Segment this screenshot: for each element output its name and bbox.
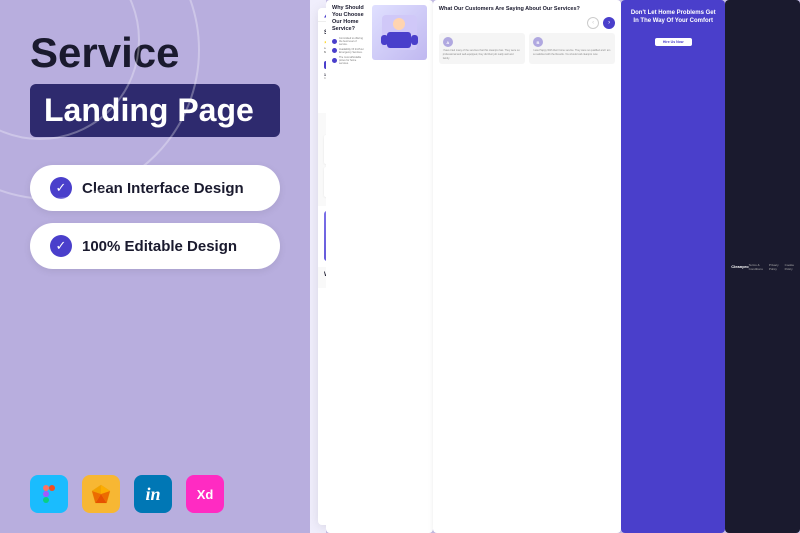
cta-banner-title: Don't Let Home Problems Get In The Way O…	[629, 10, 717, 26]
testimonial-card-1: A I have tried many of the services that…	[439, 33, 525, 64]
landing-page-label: Landing Page	[30, 84, 280, 137]
hero-desc: Lorem ipsum dolor sit amet consectetur a…	[324, 47, 326, 54]
webpage-nav: Cleanpro Services About Us FAQ Testimoni…	[318, 8, 326, 22]
footer-link-cookie[interactable]: Cookie Policy	[785, 263, 794, 271]
footer-logo: Cleanpro	[731, 264, 748, 269]
hero-text-content: Save Time And Cost With Our Affordable H…	[324, 30, 326, 105]
webpage-hero: Save Time And Cost With Our Affordable H…	[318, 22, 326, 113]
feature-text-clean: Clean Interface Design	[82, 180, 244, 197]
left-top-content: Service Landing Page ✓ Clean Interface D…	[30, 30, 280, 281]
why-check-dot-1	[332, 39, 337, 44]
testimonial-text-1: I have tried many of the services that t…	[443, 49, 521, 60]
testimonials-cards: A I have tried many of the services that…	[439, 33, 615, 64]
testimonial-prev-button[interactable]: ‹	[587, 17, 599, 29]
testimonial-avatar-2: B	[533, 37, 543, 47]
testimonial-avatar-1: A	[443, 37, 453, 47]
reliable-row: Reliable And Professional Home Service W…	[324, 211, 326, 261]
why-check-3: The most affordable prices for home serv…	[332, 56, 366, 65]
services-subtitle: At Your Door We Provide A Comfortable Se…	[324, 127, 326, 130]
testimonials-section: What Our Customers Are Saying About Our …	[433, 0, 621, 533]
testimonials-title: What Our Customers Are Saying About Our …	[439, 6, 615, 13]
check-icon-1: ✓	[50, 177, 72, 199]
feature-badge-clean: ✓ Clean Interface Design	[30, 165, 280, 211]
service-card-ac-repair: AC Repair AC Does Offer AC Repairing, Or…	[324, 135, 326, 164]
services-section: The Services We Offer Especially For You…	[318, 113, 326, 206]
webpage-preview-main: Cleanpro Services About Us FAQ Testimoni…	[318, 8, 326, 525]
why-title-main: Why Should You Choose Our Home Service?	[324, 272, 326, 280]
webpage-footer: Cleanpro Terms & Conditions Privacy Poli…	[725, 0, 800, 533]
why-section-with-image: Why Should You Choose Our Home Service? …	[326, 0, 433, 533]
webpage-logo: Cleanpro	[324, 12, 326, 18]
testimonial-text-2: I was Happy With their home service. The…	[533, 49, 611, 57]
why-check-dot-2	[332, 48, 337, 53]
linkedin-icon: in	[134, 475, 172, 513]
tool-icons-row: in Xd	[30, 475, 280, 513]
footer-links: Terms & Conditions Privacy Policy Cookie…	[749, 263, 794, 271]
feature-badge-editable: ✓ 100% Editable Design	[30, 223, 280, 269]
why-check-2: Availability Of 24-Hour Emergency Servic…	[332, 48, 366, 54]
service-card-elec2: Electrical Installation AC Does Offer AC…	[324, 167, 326, 196]
feature-text-editable: 100% Editable Design	[82, 238, 237, 255]
logo-triangle	[324, 12, 326, 18]
right-panel: Cleanpro Services About Us FAQ Testimoni…	[310, 0, 326, 533]
testimonial-next-button[interactable]: ›	[603, 17, 615, 29]
why-section-main: Why Should You Choose Our Home Service?	[318, 267, 326, 289]
sketch-icon	[82, 475, 120, 513]
services-cards-bottom: Electrical Installation AC Does Offer AC…	[324, 167, 326, 196]
hero-cta-button[interactable]: Our Service	[324, 61, 326, 69]
hero-title: Save Time And Cost With Our Affordable H…	[324, 30, 326, 38]
footer-link-privacy[interactable]: Privacy Policy	[769, 263, 779, 271]
check-icon-2: ✓	[50, 235, 72, 257]
left-panel: Service Landing Page ✓ Clean Interface D…	[0, 0, 310, 533]
why-image-title: Why Should You Choose Our Home Service?	[332, 5, 366, 34]
why-check-dot-3	[332, 58, 337, 63]
why-check-1: Committed to offering the best level of …	[332, 37, 366, 46]
services-title: The Services We Offer Especially For You	[324, 119, 326, 125]
why-image	[372, 5, 427, 60]
why-col-text: Why Should You Choose Our Home Service? …	[332, 5, 366, 65]
cta-banner: Don't Let Home Problems Get In The Way O…	[621, 0, 725, 533]
xd-icon: Xd	[186, 475, 224, 513]
testimonials-nav: ‹ ›	[439, 17, 615, 29]
reliable-image	[324, 211, 326, 261]
hero-stats: 130K+ Customers 50K+ Projects 100+ Worke…	[324, 73, 326, 80]
stat-customers: 130K+ Customers	[324, 73, 326, 80]
why-image-row: Why Should You Choose Our Home Service? …	[332, 5, 427, 65]
footer-link-terms[interactable]: Terms & Conditions	[749, 263, 763, 271]
figma-icon	[30, 475, 68, 513]
service-title: Service	[30, 30, 280, 76]
reliable-section: Reliable And Professional Home Service W…	[318, 206, 326, 267]
why-check-items: Committed to offering the best level of …	[332, 37, 366, 65]
services-cards-top: AC Repair AC Does Offer AC Repairing, Or…	[324, 135, 326, 164]
cta-banner-button[interactable]: Hire Us Now	[655, 38, 692, 46]
testimonial-card-2: B I was Happy With their home service. T…	[529, 33, 615, 64]
hero-badge-professional: ⭐ Professional	[324, 41, 326, 45]
